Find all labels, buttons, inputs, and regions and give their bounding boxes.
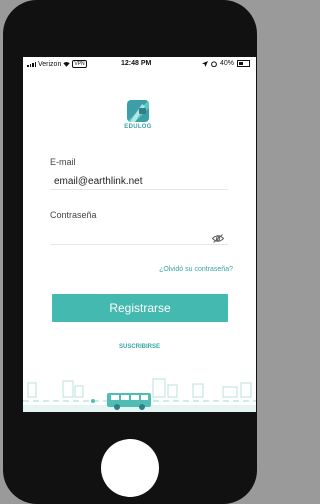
location-icon bbox=[201, 60, 208, 67]
status-time: 12:48 PM bbox=[121, 60, 152, 67]
logo-icon bbox=[127, 100, 149, 122]
vpn-badge: VPN bbox=[72, 60, 87, 68]
register-button[interactable]: Registrarse bbox=[52, 294, 228, 322]
carrier-group: Verizon VPN bbox=[27, 60, 87, 68]
phone-frame: Verizon VPN 12:48 PM 40% EDULOG E-mail e… bbox=[3, 0, 257, 504]
eye-icon[interactable] bbox=[212, 234, 224, 243]
city-illustration bbox=[23, 378, 256, 412]
battery-icon bbox=[237, 60, 250, 67]
battery-percent: 40% bbox=[219, 60, 234, 67]
email-field[interactable] bbox=[50, 174, 228, 190]
status-right: 40% bbox=[201, 60, 250, 67]
wifi-icon bbox=[63, 62, 71, 67]
password-label: Contraseña bbox=[50, 210, 97, 220]
forgot-password-link[interactable]: ¿Olvidó su contraseña? bbox=[123, 266, 233, 273]
home-button[interactable] bbox=[101, 439, 159, 497]
status-bar: Verizon VPN 12:48 PM 40% bbox=[23, 57, 256, 70]
alarm-icon bbox=[211, 60, 217, 67]
signal-icon bbox=[27, 61, 36, 67]
password-field[interactable] bbox=[50, 229, 228, 245]
email-label: E-mail bbox=[50, 157, 76, 167]
app-screen: Verizon VPN 12:48 PM 40% EDULOG E-mail e… bbox=[23, 57, 256, 412]
app-logo: EDULOG bbox=[121, 100, 155, 130]
logo-text: EDULOG bbox=[124, 124, 152, 130]
carrier-name: Verizon bbox=[38, 60, 62, 68]
subscribe-link[interactable]: SUSCRIBIRSE bbox=[23, 344, 256, 350]
